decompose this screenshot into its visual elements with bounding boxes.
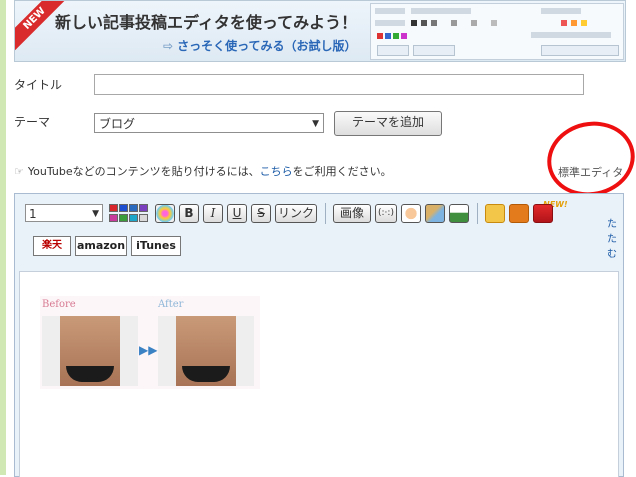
before-photo bbox=[42, 316, 138, 386]
try-now-link[interactable]: ⇨ さっそく使ってみる（お試し版） bbox=[163, 37, 356, 54]
image-button[interactable]: 画像 bbox=[333, 204, 371, 223]
toolbar-shopping: 楽天 amazon iTunes bbox=[19, 232, 619, 258]
chevron-down-icon: ▼ bbox=[92, 209, 99, 219]
underline-button[interactable]: U bbox=[227, 204, 247, 223]
arrow-right-icon: ⇨ bbox=[163, 39, 174, 53]
crown-icon[interactable] bbox=[533, 204, 553, 223]
pointing-hand-icon: ☞ bbox=[14, 165, 24, 178]
font-size-value: 1 bbox=[29, 207, 37, 221]
rakuten-button[interactable]: 楽天 bbox=[33, 236, 71, 256]
itunes-button[interactable]: iTunes bbox=[131, 236, 181, 256]
after-photo bbox=[158, 316, 254, 386]
strike-button[interactable]: S bbox=[251, 204, 271, 223]
link-button[interactable]: リンク bbox=[275, 204, 317, 223]
before-label: Before bbox=[42, 299, 76, 310]
banner-title: 新しい記事投稿エディタを使ってみよう！ bbox=[55, 13, 358, 32]
red-circle-annotation bbox=[540, 113, 636, 205]
theme-select[interactable]: ブログ ▼ bbox=[94, 113, 324, 133]
toolbar-primary: 1 ▼ B I U S リンク 画像 (:·:) NEW! たたむ bbox=[19, 200, 619, 260]
onedari-icon[interactable] bbox=[509, 204, 529, 223]
face-icon[interactable] bbox=[401, 204, 421, 223]
after-label: After bbox=[158, 299, 184, 310]
toolbar-divider bbox=[477, 203, 478, 224]
notice-prefix: YouTubeなどのコンテンツを貼り付けるには、 bbox=[27, 165, 260, 178]
bold-button[interactable]: B bbox=[179, 204, 199, 223]
stamp-icon[interactable] bbox=[425, 204, 445, 223]
chevron-down-icon: ▼ bbox=[312, 119, 319, 129]
page: NEW 新しい記事投稿エディタを使ってみよう！ ⇨ さっそく使ってみる（お試し版） bbox=[6, 0, 636, 477]
editor: 1 ▼ B I U S リンク 画像 (:·:) NEW! たたむ 楽天 ama… bbox=[14, 193, 624, 477]
font-size-select[interactable]: 1 ▼ bbox=[25, 204, 103, 222]
keyboard-icon[interactable] bbox=[449, 204, 469, 223]
youtube-notice: ☞ YouTubeなどのコンテンツを貼り付けるには、こちらをご利用ください。 bbox=[14, 163, 392, 179]
try-now-link-text: さっそく使ってみる（お試し版） bbox=[177, 39, 357, 53]
text-color-palette[interactable] bbox=[109, 204, 149, 223]
editor-content-area[interactable]: Before After ▶▶ bbox=[19, 271, 619, 477]
template-icon[interactable] bbox=[485, 204, 505, 223]
color-wheel-icon[interactable] bbox=[155, 204, 175, 223]
theme-select-value: ブログ bbox=[99, 117, 136, 131]
new-editor-banner[interactable]: NEW 新しい記事投稿エディタを使ってみよう！ ⇨ さっそく使ってみる（お試し版） bbox=[14, 0, 626, 62]
notice-suffix: をご利用ください。 bbox=[292, 165, 392, 178]
theme-label: テーマ bbox=[14, 115, 51, 129]
add-theme-button[interactable]: テーマを追加 bbox=[334, 111, 442, 136]
italic-button[interactable]: I bbox=[203, 204, 223, 223]
toolbar-divider bbox=[325, 203, 326, 224]
title-input[interactable] bbox=[94, 74, 584, 95]
double-arrow-icon: ▶▶ bbox=[139, 343, 158, 357]
emoji-button[interactable]: (:·:) bbox=[375, 204, 397, 223]
banner-editor-preview bbox=[370, 3, 624, 60]
before-after-image: Before After ▶▶ bbox=[40, 296, 260, 389]
title-label: タイトル bbox=[14, 78, 63, 92]
notice-link[interactable]: こちら bbox=[260, 165, 293, 178]
amazon-button[interactable]: amazon bbox=[75, 236, 127, 256]
